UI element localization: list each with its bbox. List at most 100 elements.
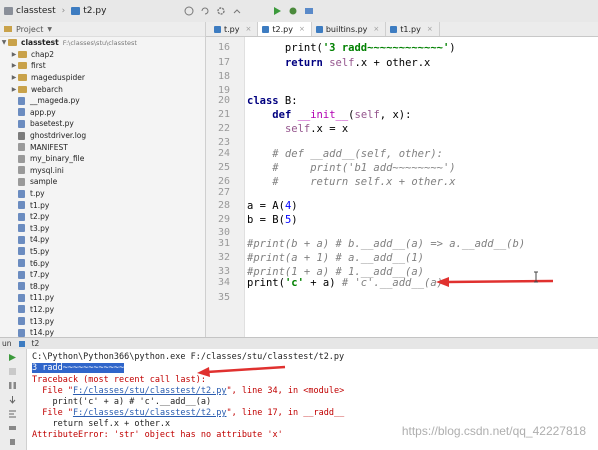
tree-item[interactable]: my_binary_file [0,153,205,165]
python-file-icon [18,305,25,314]
run-toolbar-vertical [0,349,27,450]
tree-root-path: F:\classes\stu\classtest [62,38,137,47]
tree-item-label: t13.py [30,316,55,326]
folder-icon [18,50,27,58]
navigation-bar: classtest › t2.py [0,0,598,23]
run-config-name[interactable]: t2 [32,339,40,348]
tree-item-label: t6.py [30,258,50,268]
close-icon[interactable]: × [373,25,379,33]
tree-item[interactable]: sample [0,176,205,188]
pause-icon[interactable] [8,381,17,390]
collapse-icon[interactable] [232,6,242,16]
tree-item[interactable]: ▶ chap2 [0,49,205,61]
tree-item[interactable]: ghostdriver.log [0,130,205,142]
tree-item[interactable]: t8.py [0,280,205,292]
stop-icon[interactable] [8,367,17,376]
close-icon[interactable]: × [427,25,433,33]
tree-item[interactable]: t1.py [0,199,205,211]
python-file-icon [18,293,25,302]
tree-item-label: basetest.py [30,119,74,129]
tree-item[interactable]: t6.py [0,257,205,269]
code-line-31: #print(b + a) # b.__add__(a) => a.__add_… [247,238,526,250]
scroll-down-icon[interactable] [8,395,17,404]
tree-item-label: app.py [30,107,56,117]
file-icon [18,166,25,175]
tree-item[interactable]: t2.py [0,211,205,223]
chevron-right-icon[interactable]: ▶ [10,74,18,81]
chevron-down-icon[interactable]: ▼ [47,26,52,33]
sync-icon[interactable] [200,6,210,16]
tree-item[interactable]: t13.py [0,315,205,327]
chevron-down-icon[interactable]: ▼ [0,39,8,46]
tree-root[interactable]: ▼ classtest F:\classes\stu\classtest [0,37,205,49]
globe-icon[interactable] [184,6,194,16]
trash-icon[interactable] [8,437,17,446]
run-icon[interactable] [272,6,282,16]
tree-item[interactable]: t7.py [0,269,205,281]
tree-item-label: sample [30,177,58,187]
tree-item[interactable]: t11.py [0,292,205,304]
run-tab-label[interactable]: un [2,339,12,348]
tree-item-label: mageduspider [31,73,86,83]
editor-tab[interactable]: builtins.py × [312,22,387,36]
traceback-link[interactable]: F:/classes/stu/classtest/t2.py [73,386,227,396]
project-panel-title[interactable]: Project [16,25,43,34]
tree-item[interactable]: ▶ mageduspider [0,72,205,84]
tree-item[interactable]: mysql.ini [0,165,205,177]
breadcrumb-separator: › [61,6,66,16]
line-number: 32 [217,252,230,263]
rerun-icon[interactable] [8,353,17,362]
settings-icon[interactable] [216,6,226,16]
breadcrumb-project[interactable]: classtest [16,6,56,16]
tree-item[interactable]: __mageda.py [0,95,205,107]
folder-icon [18,74,27,82]
editor-tab[interactable]: t2.py × [258,22,312,36]
python-file-icon [18,317,25,326]
traceback-code-2: return self.x + other.x [32,419,171,429]
frame-suffix: ", line 34, in <module> [226,386,345,396]
error-message: AttributeError: 'str' object has no attr… [32,430,283,440]
chevron-right-icon[interactable]: ▶ [10,51,18,58]
project-icon [4,26,12,32]
wrap-icon[interactable] [8,409,17,418]
tree-item-label: t.py [30,189,45,199]
tree-item-label: t1.py [30,200,50,210]
tree-item[interactable]: t14.py [0,327,205,337]
tree-item[interactable]: t3.py [0,223,205,235]
tree-item[interactable]: t4.py [0,234,205,246]
chevron-right-icon[interactable]: ▶ [10,62,18,69]
line-number: 22 [217,123,230,134]
editor-tab[interactable]: t1.py × [386,22,440,36]
file-icon [18,143,25,152]
traceback-link[interactable]: F:/classes/stu/classtest/t2.py [73,408,227,418]
tree-item[interactable]: ▶ webarch [0,83,205,95]
file-icon [18,154,25,163]
python-file-icon [18,328,25,337]
tree-item[interactable]: t.py [0,188,205,200]
tree-item[interactable]: ▶ first [0,60,205,72]
print-icon[interactable] [8,423,17,432]
close-icon[interactable]: × [299,25,305,33]
code-line-28: a = A(4) [247,200,298,212]
tree-item[interactable]: app.py [0,107,205,119]
coverage-icon[interactable] [304,6,314,16]
chevron-right-icon[interactable]: ▶ [10,86,18,93]
editor-tab[interactable]: t.py × [210,22,259,36]
tree-item[interactable]: t5.py [0,246,205,258]
debug-icon[interactable] [288,6,298,16]
close-icon[interactable]: × [246,25,252,33]
code-line-25: # print('b1 add~~~~~~~~') [247,162,456,174]
frame-prefix: File " [32,408,73,418]
breadcrumb-file[interactable]: t2.py [83,6,106,16]
folder-icon [8,39,17,47]
python-file-icon [18,247,25,256]
tree-item[interactable]: basetest.py [0,118,205,130]
tree-item[interactable]: t12.py [0,304,205,316]
file-icon [18,131,25,140]
code-editor[interactable]: print('3 radd~~~~~~~~~~~~') return self.… [245,37,598,337]
tree-item[interactable]: MANIFEST [0,141,205,153]
code-line-16: print('3 radd~~~~~~~~~~~~') [247,42,456,54]
editor-tabs: t.py × t2.py × builtins.py × t1.py × [206,22,598,37]
python-file-icon [18,108,25,117]
traceback-code-1: print('c' + a) # 'c'.__add__(a) [32,397,212,407]
